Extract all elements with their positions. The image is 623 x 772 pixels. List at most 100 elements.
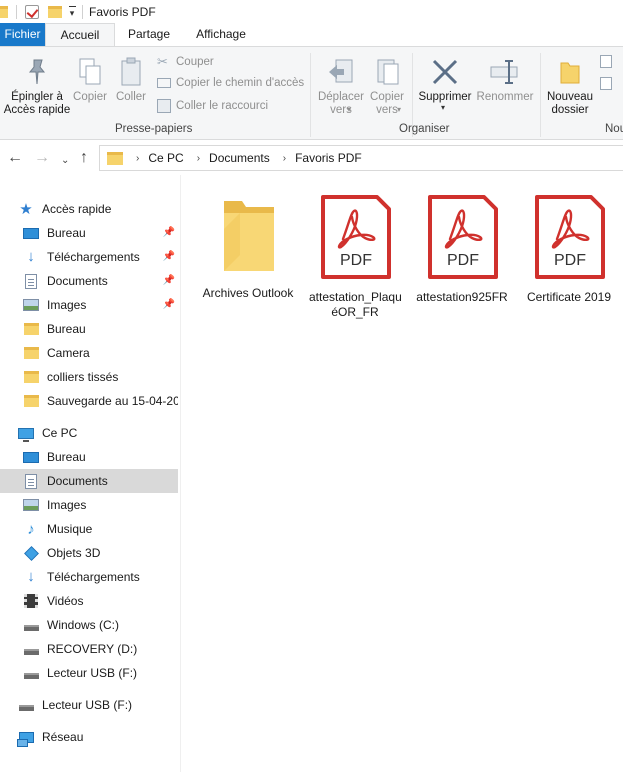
pin-icon[interactable]: 📌 bbox=[163, 251, 175, 262]
sidebar-item-label: colliers tissés bbox=[47, 370, 119, 384]
copy-to-button[interactable]: Copier vers bbox=[366, 57, 408, 117]
paste-shortcut-label: Coller le raccourci bbox=[176, 100, 269, 112]
file-item-archives-outlook[interactable]: Archives Outlook bbox=[202, 193, 294, 301]
sidebar-item-pc-objets-3d[interactable]: Objets 3D bbox=[0, 541, 178, 565]
address-bar[interactable]: › Ce PC › Documents › Favoris PDF bbox=[99, 145, 623, 171]
new-item-icon[interactable] bbox=[600, 55, 612, 68]
sidebar-item-pc-usb-f[interactable]: Lecteur USB (F:) bbox=[0, 661, 178, 685]
sidebar-item-pc-images[interactable]: Images bbox=[0, 493, 178, 517]
sidebar-item-pc-recovery-d[interactable]: RECOVERY (D:) bbox=[0, 637, 178, 661]
new-folder-button[interactable]: Nouveau dossier bbox=[544, 57, 596, 117]
sidebar-item-pc-bureau[interactable]: Bureau bbox=[0, 445, 178, 469]
copy-path-label: Copier le chemin d'accès bbox=[176, 77, 305, 89]
paste-shortcut-button[interactable]: Coller le raccourci bbox=[157, 99, 268, 113]
delete-button[interactable]: Supprimer bbox=[414, 57, 476, 104]
sidebar-item-label: Ce PC bbox=[42, 426, 78, 440]
delete-caret-icon: ▾ bbox=[441, 103, 446, 112]
folder-icon bbox=[107, 151, 123, 165]
chevron-right-icon[interactable]: › bbox=[283, 153, 286, 164]
sidebar-item-label: Bureau bbox=[47, 226, 86, 240]
title-separator bbox=[16, 4, 17, 19]
sidebar-item-label: Documents bbox=[47, 274, 108, 288]
file-name: Certificate 2019 bbox=[526, 290, 612, 304]
breadcrumb-ce-pc[interactable]: Ce PC bbox=[148, 151, 183, 165]
sidebar-item-pc-windows-c[interactable]: Windows (C:) bbox=[0, 613, 178, 637]
navigation-pane: ★ Accès rapide Bureau 📌 ↓ Téléchargement… bbox=[0, 175, 181, 772]
sidebar-item-pc-documents[interactable]: Documents bbox=[0, 469, 178, 493]
pin-icon[interactable]: 📌 bbox=[163, 299, 175, 310]
sidebar-item-pc-telechargements[interactable]: ↓ Téléchargements bbox=[0, 565, 178, 589]
navigation-bar: ← → ⌄ ↑ › Ce PC › Documents › Favoris PD… bbox=[0, 141, 623, 175]
tab-partage[interactable]: Partage bbox=[115, 23, 183, 46]
drive-icon bbox=[23, 624, 39, 631]
desktop-icon bbox=[23, 227, 39, 239]
file-name-line-1: attestation_Plaqu bbox=[309, 290, 402, 304]
recent-locations-chevron-icon[interactable]: ⌄ bbox=[61, 153, 69, 169]
up-arrow-icon[interactable]: ↑ bbox=[80, 150, 88, 166]
sidebar-item-label: Camera bbox=[47, 346, 90, 360]
sidebar-item-pc-videos[interactable]: Vidéos bbox=[0, 589, 178, 613]
chevron-right-icon[interactable]: › bbox=[136, 153, 139, 164]
sidebar-item-images-pinned[interactable]: Images 📌 bbox=[0, 293, 178, 317]
customize-quick-access-icon[interactable]: ▾ bbox=[68, 5, 76, 18]
paste-button[interactable]: Coller bbox=[112, 57, 150, 104]
sidebar-item-label: Documents bbox=[47, 474, 108, 488]
usb-drive-icon bbox=[18, 704, 34, 711]
sidebar-item-label: Images bbox=[47, 298, 87, 312]
breadcrumb-favoris-pdf[interactable]: Favoris PDF bbox=[295, 151, 362, 165]
file-item-certificate-2019[interactable]: PDF Certificate 2019 bbox=[523, 193, 615, 305]
file-item-attestation925fr[interactable]: PDF attestation925FR bbox=[416, 193, 508, 305]
sidebar-item-reseau[interactable]: Réseau bbox=[0, 725, 178, 749]
sidebar-item-telechargements-pinned[interactable]: ↓ Téléchargements 📌 bbox=[0, 245, 178, 269]
sidebar-item-label: Téléchargements bbox=[47, 570, 140, 584]
copy-icon bbox=[79, 58, 101, 85]
paste-label: Coller bbox=[115, 91, 147, 103]
sidebar-item-pc-musique[interactable]: ♪ Musique bbox=[0, 517, 178, 541]
cut-button[interactable]: ✂ Couper bbox=[157, 55, 214, 69]
tab-fichier[interactable]: Fichier bbox=[0, 23, 45, 46]
new-folder-quick-icon[interactable] bbox=[48, 5, 62, 18]
scissors-icon: ✂ bbox=[157, 54, 168, 69]
download-arrow-icon: ↓ bbox=[27, 568, 35, 585]
film-icon bbox=[24, 594, 38, 608]
pin-icon[interactable]: 📌 bbox=[163, 227, 175, 238]
sidebar-item-acces-rapide[interactable]: ★ Accès rapide bbox=[0, 197, 178, 221]
group-separator bbox=[310, 53, 311, 137]
pin-quick-access-button[interactable]: Épingler à Accès rapide bbox=[2, 57, 72, 117]
sidebar-item-ce-pc[interactable]: Ce PC bbox=[0, 421, 178, 445]
sidebar-item-camera[interactable]: Camera bbox=[0, 341, 178, 365]
back-arrow-icon[interactable]: ← bbox=[7, 150, 23, 166]
usb-drive-icon bbox=[23, 672, 39, 679]
tab-accueil[interactable]: Accueil bbox=[45, 23, 115, 47]
properties-icon[interactable] bbox=[25, 4, 39, 19]
rename-button[interactable]: Renommer bbox=[474, 57, 536, 104]
sidebar-item-bureau-folder[interactable]: Bureau bbox=[0, 317, 178, 341]
folder-icon bbox=[0, 5, 8, 18]
sidebar-item-colliers-tisses[interactable]: colliers tissés bbox=[0, 365, 178, 389]
move-to-button[interactable]: Déplacer vers bbox=[316, 57, 366, 117]
sidebar-item-usb-f[interactable]: Lecteur USB (F:) bbox=[0, 693, 178, 717]
copy-path-button[interactable]: Copier le chemin d'accès bbox=[157, 77, 304, 89]
forward-arrow-icon[interactable]: → bbox=[34, 150, 50, 166]
sidebar-item-label: Musique bbox=[47, 522, 93, 536]
sidebar-item-documents-pinned[interactable]: Documents 📌 bbox=[0, 269, 178, 293]
move-to-icon bbox=[329, 59, 353, 83]
pdf-file-icon: PDF bbox=[428, 195, 498, 279]
sidebar-item-sauvegarde[interactable]: Sauvegarde au 15-04-202 bbox=[0, 389, 178, 413]
sidebar-item-bureau-pinned[interactable]: Bureau 📌 bbox=[0, 221, 178, 245]
chevron-right-icon[interactable]: › bbox=[197, 153, 200, 164]
pin-icon[interactable]: 📌 bbox=[163, 275, 175, 286]
file-item-attestation-plaqueor-fr[interactable]: PDF attestation_Plaqu éOR_FR bbox=[309, 193, 402, 320]
pdf-file-icon: PDF bbox=[535, 195, 605, 279]
cut-label: Couper bbox=[176, 56, 214, 68]
copy-button[interactable]: Copier bbox=[70, 57, 110, 104]
sidebar-item-label: Réseau bbox=[42, 730, 84, 744]
sidebar-item-label: RECOVERY (D:) bbox=[47, 642, 138, 656]
breadcrumb-documents[interactable]: Documents bbox=[209, 151, 270, 165]
file-list: Archives Outlook PDF attestation_Plaqu é… bbox=[182, 175, 623, 772]
new-folder-label: Nouveau dossier bbox=[546, 91, 594, 116]
desktop-icon bbox=[23, 451, 39, 463]
tab-affichage[interactable]: Affichage bbox=[183, 23, 259, 46]
easy-access-icon[interactable] bbox=[600, 77, 612, 90]
delete-x-icon bbox=[432, 59, 458, 85]
